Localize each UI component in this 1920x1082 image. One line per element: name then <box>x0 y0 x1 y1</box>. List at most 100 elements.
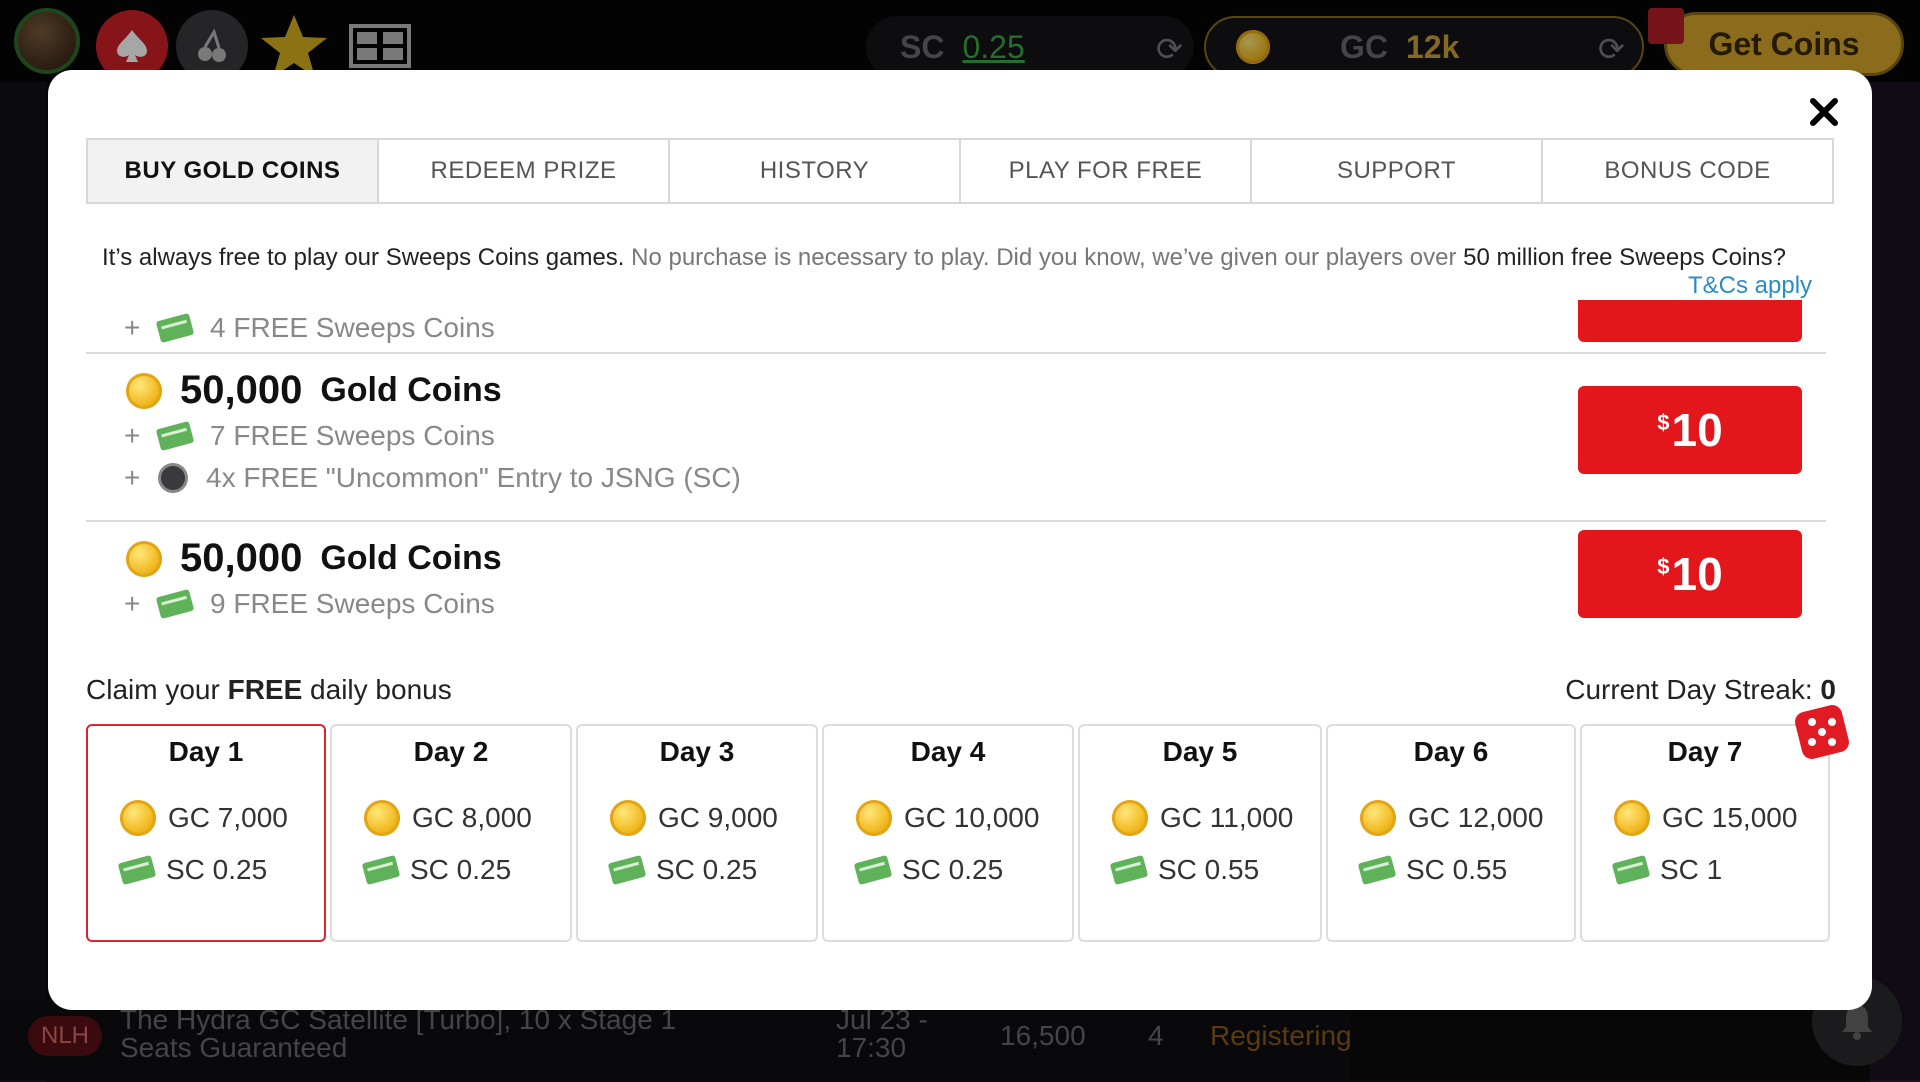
perk-text: 7 FREE Sweeps Coins <box>210 420 495 451</box>
day-gc: GC 7,000 <box>120 800 288 836</box>
sweeps-ticket-icon <box>361 854 401 886</box>
package-amount: 50,000 <box>180 536 303 580</box>
day-gc: GC 9,000 <box>610 800 778 836</box>
day-sc: SC 0.55 <box>1109 854 1259 886</box>
dice-icon <box>1795 705 1849 759</box>
tab-play-for-free[interactable]: PLAY FOR FREE <box>961 140 1252 202</box>
day-sc-value: SC 0.25 <box>410 854 512 885</box>
day-gc-value: GC 7,000 <box>168 802 288 833</box>
day-label: Day 6 <box>1413 736 1489 767</box>
day-gc-value: GC 11,000 <box>1160 802 1294 833</box>
sweeps-ticket-icon <box>607 854 647 886</box>
gold-coin-icon <box>120 800 156 836</box>
day-sc-value: SC 0.25 <box>902 854 1004 885</box>
package-unit: Gold Coins <box>320 539 502 577</box>
package-amount: 50,000 <box>180 368 303 412</box>
day-gc: GC 11,000 <box>1112 800 1293 836</box>
entry-badge-icon <box>158 463 188 493</box>
sweeps-ticket-icon <box>1611 854 1651 886</box>
tcs-link[interactable]: T&Cs apply <box>1688 272 1812 300</box>
info-text-end: 50 million free Sweeps Coins? <box>1463 244 1786 271</box>
day-streak: Current Day Streak: 0 <box>1536 674 1836 706</box>
price-value: 10 <box>1671 548 1723 600</box>
sweeps-ticket-icon <box>155 420 195 452</box>
divider <box>86 352 1826 354</box>
day-sc-value: SC 1 <box>1660 854 1723 885</box>
package-title: 50,000 Gold Coins <box>126 536 502 581</box>
buy-button-package-2[interactable]: $ 10 <box>1578 530 1802 618</box>
day-card-4[interactable]: Day 4 GC 10,000 SC 0.25 <box>822 724 1074 942</box>
day-sc: SC 0.25 <box>853 854 1004 886</box>
sweeps-ticket-icon <box>1357 854 1397 886</box>
day-label: Day 3 <box>659 736 735 767</box>
gold-coin-icon <box>126 372 162 409</box>
daily-bonus-days: Day 1 GC 7,000 SC 0.25 Day 2 GC 8,000 SC… <box>86 724 1838 944</box>
package-perk: + 7 FREE Sweeps Coins <box>124 420 495 452</box>
package-unit: Gold Coins <box>320 371 502 409</box>
sweeps-ticket-icon <box>1109 854 1149 886</box>
day-label: Day 5 <box>1162 736 1238 767</box>
sweeps-ticket-icon <box>155 588 195 620</box>
close-icon[interactable] <box>1802 90 1846 134</box>
day-card-2[interactable]: Day 2 GC 8,000 SC 0.25 <box>330 724 572 942</box>
day-card-5[interactable]: Day 5 GC 11,000 SC 0.55 <box>1078 724 1322 942</box>
package-perk: + 9 FREE Sweeps Coins <box>124 588 495 620</box>
tab-buy-gold-coins[interactable]: BUY GOLD COINS <box>88 140 379 202</box>
day-sc: SC 0.55 <box>1357 854 1508 886</box>
buy-button-partial[interactable] <box>1578 300 1802 342</box>
gold-coin-icon <box>1112 800 1148 836</box>
package-perk: + 4 FREE Sweeps Coins <box>124 312 495 344</box>
modal-tabs: BUY GOLD COINS REDEEM PRIZE HISTORY PLAY… <box>86 138 1834 204</box>
perk-text: 9 FREE Sweeps Coins <box>210 588 495 619</box>
sweeps-ticket-icon <box>117 854 157 886</box>
plus-sign: + <box>124 420 141 451</box>
tab-redeem-prize[interactable]: REDEEM PRIZE <box>379 140 670 202</box>
plus-sign: + <box>124 462 141 493</box>
day-gc-value: GC 15,000 <box>1662 802 1798 833</box>
day-gc-value: GC 8,000 <box>412 802 532 833</box>
info-text-lead: It’s always free to play our Sweeps Coin… <box>102 244 625 271</box>
store-modal: BUY GOLD COINS REDEEM PRIZE HISTORY PLAY… <box>48 70 1872 1010</box>
plus-sign: + <box>124 312 141 343</box>
free-play-info: It’s always free to play our Sweeps Coin… <box>102 244 1822 272</box>
day-gc-value: GC 12,000 <box>1408 802 1544 833</box>
day-card-6[interactable]: Day 6 GC 12,000 SC 0.55 <box>1326 724 1576 942</box>
tab-history[interactable]: HISTORY <box>670 140 961 202</box>
gold-coin-icon <box>1360 800 1396 836</box>
day-gc: GC 8,000 <box>364 800 532 836</box>
day-card-1[interactable]: Day 1 GC 7,000 SC 0.25 <box>86 724 326 942</box>
tab-support[interactable]: SUPPORT <box>1252 140 1543 202</box>
day-gc: GC 12,000 <box>1360 800 1543 836</box>
daily-bonus-heading: Claim your FREE daily bonus <box>86 674 452 706</box>
day-gc-value: GC 9,000 <box>658 802 778 833</box>
tab-bonus-code[interactable]: BONUS CODE <box>1543 140 1832 202</box>
gold-coin-icon <box>126 540 162 577</box>
gold-coin-icon <box>610 800 646 836</box>
plus-sign: + <box>124 588 141 619</box>
day-sc: SC 0.25 <box>361 854 512 886</box>
info-text-mid: No purchase is necessary to play. Did yo… <box>624 244 1464 271</box>
gold-coin-icon <box>856 800 892 836</box>
day-gc-value: GC 10,000 <box>904 802 1040 833</box>
package-list[interactable]: + 4 FREE Sweeps Coins 50,000 Gold Coins … <box>86 300 1826 700</box>
day-sc: SC 0.25 <box>117 854 268 886</box>
day-gc: GC 10,000 <box>856 800 1039 836</box>
day-sc: SC 1 <box>1611 854 1723 886</box>
divider <box>86 520 1826 522</box>
buy-button-package-1[interactable]: $ 10 <box>1578 386 1802 474</box>
day-sc-value: SC 0.55 <box>1406 854 1508 885</box>
perk-text: 4x FREE "Uncommon" Entry to JSNG (SC) <box>206 462 741 493</box>
package-title: 50,000 Gold Coins <box>126 368 502 413</box>
day-card-3[interactable]: Day 3 GC 9,000 SC 0.25 <box>576 724 818 942</box>
day-sc: SC 0.25 <box>607 854 758 886</box>
streak-label: Current Day Streak: <box>1565 674 1821 705</box>
day-label: Day 1 <box>168 736 244 767</box>
claim-bold: FREE <box>227 674 303 705</box>
price-value: 10 <box>1671 404 1723 456</box>
day-sc-value: SC 0.25 <box>656 854 758 885</box>
day-label: Day 2 <box>413 736 489 767</box>
day-gc: GC 15,000 <box>1614 800 1797 836</box>
day-sc-value: SC 0.25 <box>166 854 268 885</box>
perk-text: 4 FREE Sweeps Coins <box>210 312 495 343</box>
streak-value: 0 <box>1820 674 1836 705</box>
